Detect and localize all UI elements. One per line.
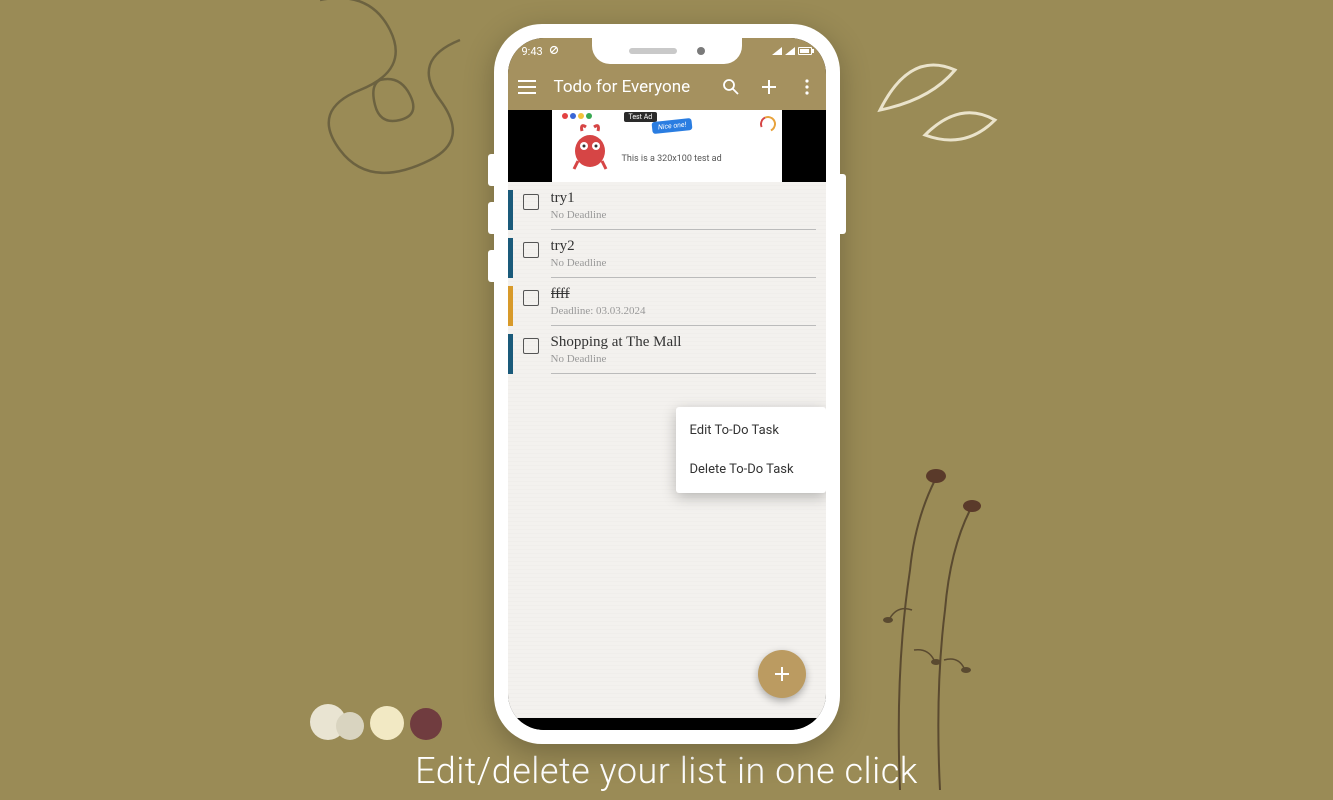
context-menu: Edit To-Do Task Delete To-Do Task: [676, 407, 826, 493]
todo-item[interactable]: try2 No Deadline: [508, 230, 826, 278]
todo-subtitle: No Deadline: [551, 257, 816, 269]
ad-dots: [562, 113, 592, 119]
decorative-circles: [310, 704, 442, 740]
ad-banner[interactable]: Test Ad Nice one! This is a 320x100 test…: [508, 110, 826, 182]
todo-subtitle: Deadline: 03.03.2024: [551, 305, 816, 317]
status-mute-icon: [549, 45, 559, 58]
ad-badge: Test Ad: [624, 112, 658, 122]
todo-title: try1: [551, 190, 816, 207]
todo-subtitle: No Deadline: [551, 209, 816, 221]
todo-title: ffff: [551, 286, 816, 303]
todo-list: try1 No Deadline try2 No Deadline ffff D…: [508, 182, 826, 718]
menu-icon[interactable]: [516, 76, 538, 98]
todo-checkbox[interactable]: [523, 242, 539, 258]
todo-subtitle: No Deadline: [551, 353, 816, 365]
priority-stripe: [508, 190, 513, 230]
phone-mockup: 9:43 Todo for Everyone: [494, 24, 840, 744]
priority-stripe: [508, 334, 513, 374]
todo-title: try2: [551, 238, 816, 255]
todo-title: Shopping at The Mall: [551, 334, 816, 351]
android-navbar: [508, 718, 826, 730]
decorative-flower: [840, 450, 1000, 790]
app-title: Todo for Everyone: [554, 77, 704, 97]
todo-item[interactable]: try1 No Deadline: [508, 182, 826, 230]
search-icon[interactable]: [720, 76, 742, 98]
priority-stripe: [508, 286, 513, 326]
ad-monster-icon: [568, 121, 612, 171]
promo-caption: Edit/delete your list in one click: [0, 750, 1333, 792]
admob-logo-icon: [757, 114, 778, 135]
phone-notch: [592, 38, 742, 64]
battery-icon: [798, 47, 812, 55]
todo-checkbox[interactable]: [523, 290, 539, 306]
fab-add-button[interactable]: [758, 650, 806, 698]
todo-checkbox[interactable]: [523, 338, 539, 354]
app-bar: Todo for Everyone: [508, 64, 826, 110]
decorative-scribble: [290, 0, 490, 230]
phone-screen: 9:43 Todo for Everyone: [508, 38, 826, 730]
todo-item[interactable]: Shopping at The Mall No Deadline: [508, 326, 826, 374]
wifi-icon: [772, 47, 782, 55]
signal-icon: [785, 47, 795, 55]
status-time: 9:43: [522, 45, 543, 58]
ad-text: This is a 320x100 test ad: [622, 154, 722, 164]
add-icon[interactable]: [758, 76, 780, 98]
context-delete[interactable]: Delete To-Do Task: [676, 450, 826, 489]
decorative-leaves: [870, 40, 1000, 160]
todo-checkbox[interactable]: [523, 194, 539, 210]
todo-item[interactable]: ffff Deadline: 03.03.2024: [508, 278, 826, 326]
overflow-icon[interactable]: [796, 76, 818, 98]
priority-stripe: [508, 238, 513, 278]
context-edit[interactable]: Edit To-Do Task: [676, 411, 826, 450]
